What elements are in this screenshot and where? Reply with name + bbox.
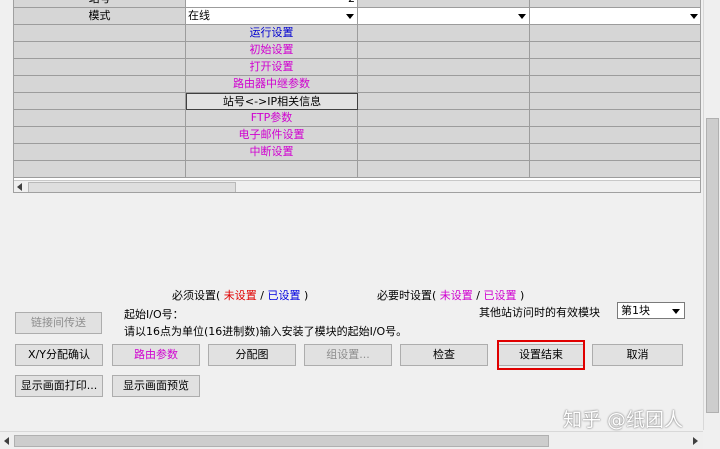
grid-cell [530,161,700,178]
grid-cell [530,144,700,161]
grid-row: 电子邮件设置 [14,127,700,144]
operation-settings-button[interactable]: 运行设置 [186,25,358,42]
chevron-down-icon[interactable] [690,14,698,19]
grid-row: 中断设置 [14,144,700,161]
grid-row: 站号<->IP相关信息 [14,93,700,110]
cancel-button[interactable]: 取消 [592,344,683,366]
print-screen-button[interactable]: 显示画面打印... [15,375,103,397]
start-io-hint: 请以16点为单位(16进制数)输入安装了模块的起始I/O号。 [124,325,408,338]
grid-row-station: 站号 2 [14,0,700,8]
scroll-left-icon[interactable] [4,437,9,445]
grid-row-mode: 模式 在线 [14,8,700,25]
other-station-label: 其他站访问时的有效模块 [479,306,600,319]
set-label: 已设置 [267,289,301,302]
station-ip-info-button[interactable]: 站号<->IP相关信息 [186,93,358,110]
grid-cell [358,93,530,110]
grid-cell [14,144,186,161]
preview-screen-button[interactable]: 显示画面预览 [112,375,200,397]
grid-cell [14,110,186,127]
link-transfer-button[interactable]: 链接间传送 [15,312,102,334]
grid-cell [530,0,700,8]
grid-cell [14,93,186,110]
grid-cell [358,76,530,93]
grid-cell [358,59,530,76]
mode-dropdown-3[interactable] [530,8,700,25]
horizontal-scrollbar[interactable] [0,431,703,449]
group-settings-button[interactable]: 组设置... [304,344,392,366]
watermark: 知乎 @纸团人 [563,409,684,431]
separator: / [476,289,481,302]
required-label: 必须设置( [172,289,221,302]
grid-cell [530,76,700,93]
grid-cell [14,161,186,178]
xy-allocation-confirm-button[interactable]: X/Y分配确认 [15,344,103,366]
optional-not-set-label: 未设置 [439,289,473,302]
grid-row: 运行设置 [14,25,700,42]
grid-cell [358,110,530,127]
scroll-thumb[interactable] [706,118,719,413]
initial-settings-button[interactable]: 初始设置 [186,42,358,59]
required-legend: 必须设置( 未设置 / 已设置 ) [172,287,308,303]
grid-cell [358,161,530,178]
grid-cell [14,59,186,76]
module-select[interactable]: 第1块 [617,302,685,319]
scroll-thumb[interactable] [28,182,236,192]
grid-row: 打开设置 [14,59,700,76]
grid-cell [530,25,700,42]
optional-legend: 必要时设置( 未设置 / 已设置 ) [377,287,524,303]
grid-row: 初始设置 [14,42,700,59]
station-label: 站号 [14,0,186,8]
grid-cell [530,59,700,76]
grid-cell [358,25,530,42]
grid-row: 路由器中继参数 [14,76,700,93]
vertical-scrollbar[interactable] [703,0,720,430]
grid-cell [530,110,700,127]
optional-label: 必要时设置( [377,289,437,302]
grid-cell [14,76,186,93]
grid-cell [14,127,186,144]
routing-params-button[interactable]: 路由参数 [112,344,200,366]
start-io-label: 起始I/O号： [124,308,184,321]
grid-cell [530,42,700,59]
grid-cell [358,127,530,144]
grid-cell [14,42,186,59]
scroll-right-icon[interactable] [693,437,698,445]
scroll-left-icon[interactable] [17,183,22,191]
grid-horizontal-scrollbar[interactable] [14,180,700,192]
router-relay-params-button[interactable]: 路由器中继参数 [186,76,358,93]
open-settings-button[interactable]: 打开设置 [186,59,358,76]
paren: ) [520,289,525,302]
chevron-down-icon[interactable] [518,14,526,19]
chevron-down-icon[interactable] [672,309,680,314]
grid-cell [530,127,700,144]
grid-row [14,161,700,178]
grid-cell [358,144,530,161]
station-field[interactable]: 2 [186,0,358,8]
separator: / [260,289,265,302]
grid-cell [186,161,358,178]
grid-cell [358,42,530,59]
mode-value: 在线 [188,9,210,22]
ftp-params-button[interactable]: FTP参数 [186,110,358,127]
mode-dropdown-2[interactable] [358,8,530,25]
allocation-chart-button[interactable]: 分配图 [208,344,296,366]
email-settings-button[interactable]: 电子邮件设置 [186,127,358,144]
grid-cell [14,25,186,42]
mode-dropdown[interactable]: 在线 [186,8,358,25]
grid-cell [530,93,700,110]
settings-end-highlight [497,340,585,370]
interrupt-settings-button[interactable]: 中断设置 [186,144,358,161]
not-set-label: 未设置 [223,289,257,302]
mode-label: 模式 [14,8,186,25]
grid-row: FTP参数 [14,110,700,127]
check-button[interactable]: 检查 [400,344,488,366]
grid-cell [358,0,530,8]
scroll-thumb[interactable] [14,435,549,447]
paren: ) [304,289,309,302]
optional-set-label: 已设置 [483,289,517,302]
parameter-grid: 站号 2 模式 在线 运行设置 初始设置 打开设置 路由 [13,0,701,193]
module-select-value: 第1块 [621,304,650,317]
chevron-down-icon[interactable] [346,14,354,19]
